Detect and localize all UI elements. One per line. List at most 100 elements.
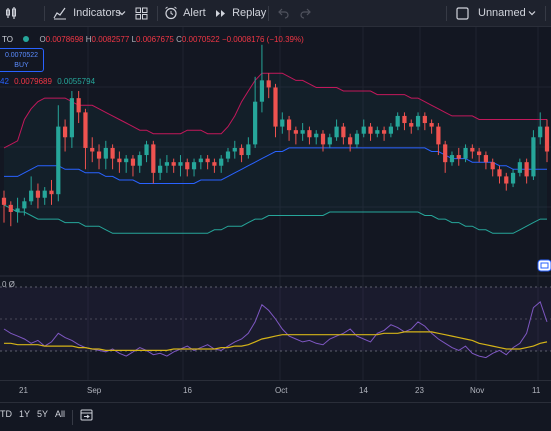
indicators-label: Indicators <box>73 7 121 19</box>
top-toolbar: Indicators Alert Replay Unnamed <box>0 0 551 27</box>
layout-checkbox-icon[interactable] <box>456 5 469 22</box>
chart-area[interactable]: TO O0.0078698 H0.0082577 L0.0067675 C0.0… <box>0 27 551 380</box>
toolbar-separator <box>446 6 447 21</box>
redo-icon[interactable] <box>300 5 312 22</box>
candle-body <box>354 133 360 145</box>
layout-name-button[interactable]: Unnamed <box>478 5 526 22</box>
candle-body <box>320 133 326 145</box>
bollinger-basis-value: 42 <box>0 77 9 86</box>
x-tick-label: 11 <box>532 386 541 395</box>
candle-body <box>341 126 346 138</box>
replay-button[interactable]: Replay <box>214 5 266 22</box>
x-tick-label: 23 <box>415 386 424 395</box>
indicators-icon <box>53 7 66 20</box>
candle-body <box>144 144 149 156</box>
candle-body <box>191 162 197 170</box>
go-to-date-icon[interactable] <box>80 408 93 423</box>
candle-body <box>463 147 468 159</box>
candle-body <box>300 130 305 134</box>
candle-body <box>246 144 251 156</box>
candle-body <box>395 115 400 127</box>
candle-body <box>443 144 448 163</box>
replay-label: Replay <box>232 7 267 19</box>
undo-icon[interactable] <box>277 5 289 22</box>
range-button-all[interactable]: All <box>55 409 65 419</box>
toolbar-separator <box>72 410 73 425</box>
candle-body <box>422 115 427 124</box>
candle-body <box>327 137 332 145</box>
candle-body <box>544 126 550 152</box>
x-tick-label: Oct <box>275 386 288 395</box>
candle-body <box>178 162 183 166</box>
toolbar-separator <box>268 6 269 21</box>
close-value: 0.0070522 <box>181 35 220 44</box>
alert-button[interactable]: Alert <box>164 5 206 22</box>
candle-body <box>490 162 495 170</box>
candle-body <box>409 123 414 127</box>
candle-body <box>29 190 34 202</box>
candle-body <box>273 87 278 127</box>
rsi-legend: 0 Ø <box>2 280 15 289</box>
layout-name: Unnamed <box>478 7 526 19</box>
bollinger-lower-value: 0.0055794 <box>57 77 96 86</box>
bottom-toolbar: TD 1Y 5Y All <box>0 402 551 431</box>
candle-body <box>124 158 129 163</box>
candle-body <box>49 190 54 195</box>
candle-body <box>219 158 224 166</box>
range-button-5y[interactable]: 5Y <box>37 409 48 419</box>
x-tick-label: 21 <box>19 386 28 395</box>
candle-body <box>22 201 27 209</box>
candle-body <box>158 165 163 173</box>
symbol-name: TO <box>2 35 13 44</box>
candle-body <box>110 147 115 159</box>
range-button-1y[interactable]: 1Y <box>19 409 30 419</box>
candle-body <box>198 158 203 163</box>
toolbar-separator <box>157 6 158 21</box>
candle-body <box>1 197 7 205</box>
change-value: −0.0008176 (−10.39%) <box>221 35 304 44</box>
x-tick-label: 14 <box>359 386 368 395</box>
candle-body <box>483 155 489 163</box>
toolbar-separator <box>545 6 546 21</box>
range-button-ytd[interactable]: TD <box>0 409 12 419</box>
candle-body <box>470 147 475 152</box>
scroll-to-latest-icon <box>537 259 551 272</box>
buy-label: BUY <box>14 62 29 69</box>
bar-style-icon[interactable] <box>4 5 18 22</box>
candle-body <box>225 151 231 159</box>
candle-body <box>517 162 522 173</box>
toolbar-separator <box>44 6 45 21</box>
candle-body <box>205 158 210 163</box>
candle-body <box>504 176 509 184</box>
candle-body <box>293 130 298 134</box>
candle-body <box>253 101 258 145</box>
buy-price: 0.0070522 <box>4 52 39 59</box>
buy-button[interactable]: 0.0070522 BUY <box>0 48 44 72</box>
high-value: 0.0082577 <box>91 35 130 44</box>
candle-body <box>83 112 88 148</box>
candle-body <box>436 126 441 145</box>
indicators-button[interactable]: Indicators <box>53 5 121 22</box>
candle-body <box>137 155 142 166</box>
candle-body <box>375 130 380 134</box>
bollinger-upper-value: 0.0079689 <box>14 77 52 86</box>
candle-body <box>15 208 20 212</box>
templates-grid-icon[interactable] <box>135 5 148 22</box>
candle-body <box>164 162 170 166</box>
candle-body <box>524 162 529 177</box>
candle-body <box>361 126 366 134</box>
candle-body <box>56 126 61 195</box>
layout-dropdown-icon[interactable] <box>528 5 536 22</box>
candle-body <box>259 80 265 102</box>
candle-body <box>239 147 244 156</box>
time-axis[interactable]: 21 Sep 16 Oct 14 23 Nov 11 <box>0 380 551 402</box>
candle-body <box>42 190 47 198</box>
candle-body <box>117 158 122 163</box>
candle-body <box>314 133 319 138</box>
candle-body <box>415 115 421 127</box>
candle-body <box>130 158 136 166</box>
candle-body <box>151 144 156 173</box>
indicators-dropdown-icon[interactable] <box>118 5 126 22</box>
candle-body <box>69 98 74 138</box>
alert-label: Alert <box>183 7 206 19</box>
